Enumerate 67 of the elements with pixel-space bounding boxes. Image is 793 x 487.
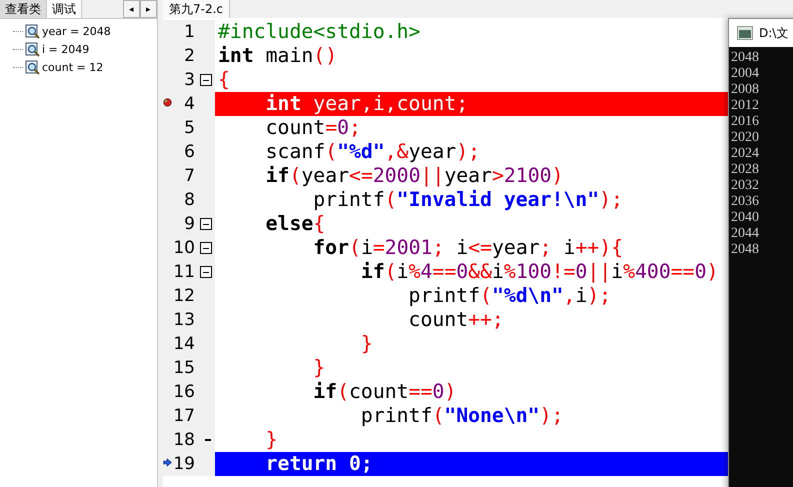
line-number: 17: [173, 406, 195, 426]
line-number: 8: [184, 190, 195, 210]
line-number: 5: [184, 118, 195, 138]
line-number: 6: [184, 142, 195, 162]
file-tab[interactable]: 第九7-2.c: [163, 0, 230, 18]
code-line: count=0;: [264, 116, 362, 140]
code-line: {: [217, 68, 231, 92]
console-icon: [737, 26, 753, 40]
line-number: 12: [173, 286, 195, 306]
code-line: if(year<=2000||year>2100): [264, 164, 564, 188]
code-line: printf("%d\n",i);: [408, 284, 612, 308]
line-number: 3: [184, 70, 195, 90]
line-number: 13: [173, 310, 195, 330]
console-output: 2036: [731, 194, 760, 210]
window-title: D:\文: [759, 24, 788, 42]
line-number: 7: [184, 166, 195, 186]
console-output: 2040: [731, 210, 760, 226]
console-output: 2048: [731, 242, 760, 258]
code-line: #include<stdio.h>: [217, 20, 422, 44]
console-output: 2032: [731, 178, 760, 194]
line-number: 15: [173, 358, 195, 378]
line-number: 2: [184, 46, 195, 66]
line-number: 11: [173, 262, 195, 282]
panel-tab[interactable]: 调试: [47, 0, 82, 18]
scroll-button[interactable]: ◂: [123, 0, 140, 18]
code-line: else{: [264, 212, 326, 236]
code-line: if(i%4==0&&i%100!=0||i%400==0): [360, 260, 720, 284]
code-line: printf("None\n");: [360, 404, 564, 428]
fold-toggle[interactable]: [200, 266, 212, 278]
scroll-button[interactable]: ▸: [140, 0, 157, 18]
console-output: 2044: [731, 226, 760, 242]
line-number: 19: [173, 454, 195, 474]
console-output: 2004: [731, 66, 760, 82]
watch-icon: [25, 24, 40, 38]
console-output: 2020: [731, 130, 760, 146]
console-output: 2048: [731, 50, 760, 66]
line-number: 16: [173, 382, 195, 402]
line-number: 14: [173, 334, 195, 354]
watch-variable[interactable]: count = 12: [42, 60, 104, 74]
code-line: scanf("%d",&year);: [264, 140, 482, 164]
fold-toggle[interactable]: [200, 218, 212, 230]
line-number: 9: [184, 214, 195, 234]
code-line: count++;: [408, 308, 505, 332]
watch-icon: [25, 42, 40, 56]
watch-icon: [25, 60, 40, 74]
console-output: 2016: [731, 114, 760, 130]
watch-variable[interactable]: year = 2048: [42, 24, 111, 38]
line-number: 10: [173, 238, 195, 258]
code-line: if(count==0): [312, 380, 458, 404]
fold-toggle[interactable]: [200, 74, 212, 86]
code-line: int main(): [217, 44, 338, 68]
code-line: }: [360, 332, 374, 356]
fold-toggle[interactable]: [200, 242, 212, 254]
console-output: 2008: [731, 82, 760, 98]
breakpoint-icon[interactable]: [163, 98, 172, 107]
code-line: for(i=2001; i<=year; i++){: [312, 236, 624, 260]
line-number: 1: [184, 22, 195, 42]
panel-tab[interactable]: 查看类: [0, 0, 47, 18]
code-line: }: [312, 356, 326, 380]
line-number: 4: [184, 94, 195, 114]
watch-variable[interactable]: i = 2049: [42, 42, 90, 56]
code-line: }: [264, 428, 279, 452]
code-line: printf("Invalid year!\n");: [312, 188, 624, 212]
console-output: 2024: [731, 146, 760, 162]
console-output: 2028: [731, 162, 760, 178]
console-output: 2012: [731, 98, 760, 114]
line-number: 18: [173, 430, 195, 450]
